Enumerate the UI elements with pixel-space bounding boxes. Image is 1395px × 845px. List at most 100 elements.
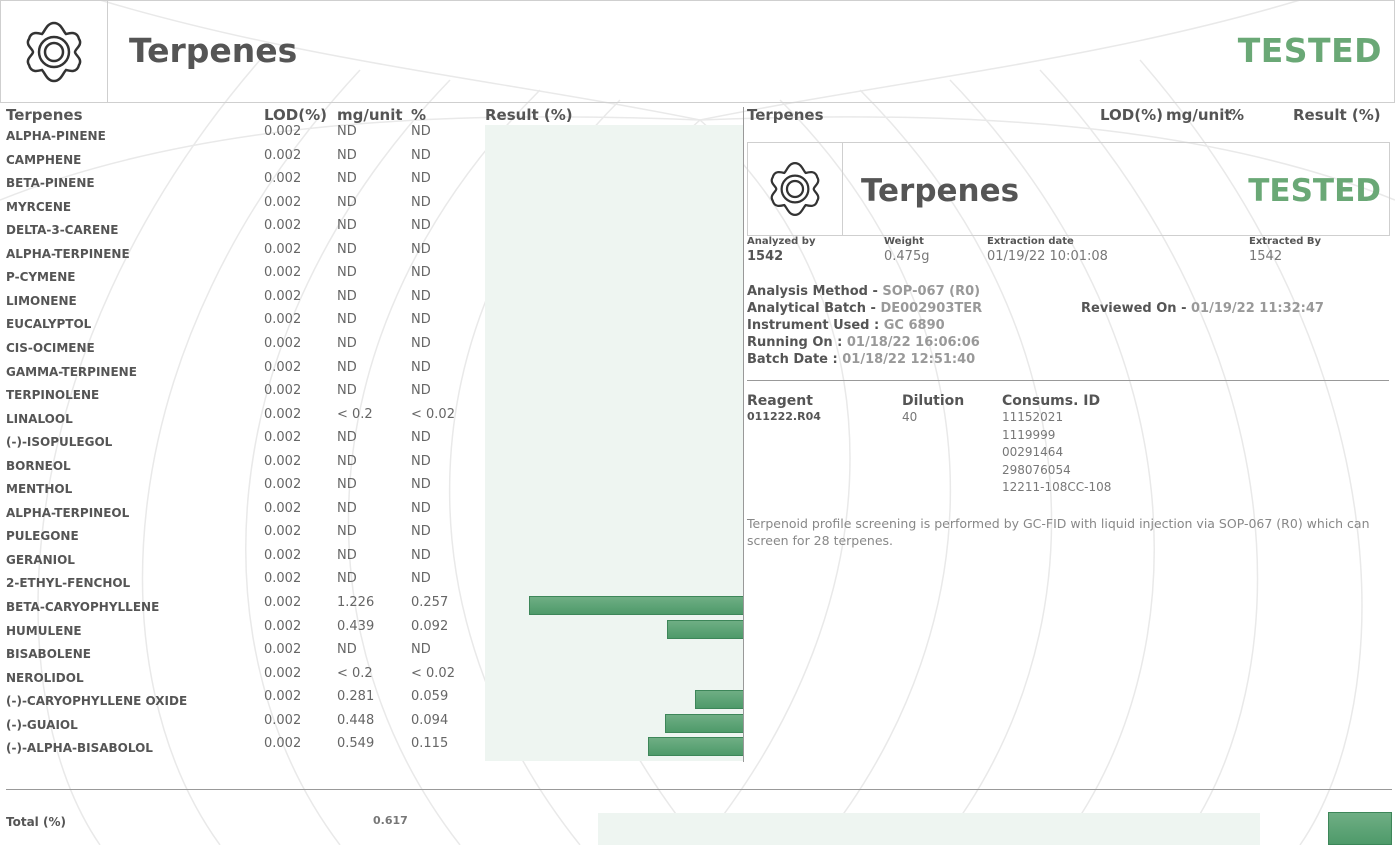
lod-value: 0.002 bbox=[264, 642, 302, 657]
summary-card: Terpenes TESTED bbox=[747, 142, 1390, 236]
terpene-name: 2-ETHYL-FENCHOL bbox=[6, 576, 131, 590]
col-header-lod: LOD(%) bbox=[264, 106, 327, 124]
mg-unit-value: ND bbox=[337, 312, 357, 327]
mg-unit-value: 0.549 bbox=[337, 736, 375, 751]
lod-value: 0.002 bbox=[264, 407, 302, 422]
method-note: Terpenoid profile screening is performed… bbox=[747, 516, 1370, 548]
total-bar bbox=[1328, 812, 1392, 845]
lod-value: 0.002 bbox=[264, 383, 302, 398]
lod-value: 0.002 bbox=[264, 666, 302, 681]
mg-unit-value: ND bbox=[337, 360, 357, 375]
result-bar bbox=[667, 620, 744, 639]
extracted-by-value: 1542 bbox=[1249, 249, 1283, 264]
reagent-header: Reagent bbox=[747, 393, 813, 409]
terpene-name: EUCALYPTOL bbox=[6, 317, 92, 331]
lod-value: 0.002 bbox=[264, 454, 302, 469]
total-divider bbox=[6, 789, 1392, 790]
percent-value: ND bbox=[411, 148, 431, 163]
dilution-value: 40 bbox=[902, 410, 918, 424]
table-row: PULEGONE 0.002 ND ND bbox=[0, 524, 745, 547]
terpene-name: (-)-ALPHA-BISABOLOL bbox=[6, 741, 153, 755]
weight-value: 0.475g bbox=[884, 249, 930, 264]
lod-value: 0.002 bbox=[264, 124, 302, 139]
table-row: HUMULENE 0.002 0.439 0.092 bbox=[0, 619, 745, 642]
right-col-header-percent: % bbox=[1229, 106, 1245, 124]
mg-unit-value: ND bbox=[337, 454, 357, 469]
percent-value: ND bbox=[411, 430, 431, 445]
terpene-name: ALPHA-TERPINEOL bbox=[6, 506, 130, 520]
lod-value: 0.002 bbox=[264, 289, 302, 304]
lod-value: 0.002 bbox=[264, 713, 302, 728]
analytical-batch: Analytical Batch - DE002903TER bbox=[747, 301, 983, 316]
percent-value: 0.257 bbox=[411, 595, 449, 610]
lod-value: 0.002 bbox=[264, 265, 302, 280]
mg-unit-value: ND bbox=[337, 148, 357, 163]
running-on: Running On : 01/18/22 16:06:06 bbox=[747, 335, 980, 350]
lod-value: 0.002 bbox=[264, 171, 302, 186]
percent-value: ND bbox=[411, 218, 431, 233]
right-col-header-terpenes: Terpenes bbox=[747, 106, 824, 124]
table-row: (-)-GUAIOL 0.002 0.448 0.094 bbox=[0, 713, 745, 736]
mg-unit-value: ND bbox=[337, 477, 357, 492]
column-divider bbox=[743, 107, 744, 762]
table-row: LIMONENE 0.002 ND ND bbox=[0, 289, 745, 312]
table-row: MENTHOL 0.002 ND ND bbox=[0, 477, 745, 500]
extraction-date-label: Extraction date bbox=[987, 236, 1074, 247]
percent-value: ND bbox=[411, 642, 431, 657]
card-title: Terpenes bbox=[861, 173, 1020, 209]
terpene-name: ALPHA-PINENE bbox=[6, 129, 106, 143]
mg-unit-value: ND bbox=[337, 195, 357, 210]
total-label: Total (%) bbox=[6, 815, 66, 829]
reviewed-on: Reviewed On - 01/19/22 11:32:47 bbox=[1081, 301, 1324, 316]
percent-value: < 0.02 bbox=[411, 407, 455, 422]
terpene-name: HUMULENE bbox=[6, 624, 82, 638]
consums-id-4: 298076054 bbox=[1002, 463, 1071, 477]
table-row: 2-ETHYL-FENCHOL 0.002 ND ND bbox=[0, 571, 745, 594]
table-row: TERPINOLENE 0.002 ND ND bbox=[0, 383, 745, 406]
percent-value: ND bbox=[411, 524, 431, 539]
mg-unit-value: 0.439 bbox=[337, 619, 375, 634]
percent-value: ND bbox=[411, 171, 431, 186]
terpene-name: GERANIOL bbox=[6, 553, 75, 567]
percent-value: 0.094 bbox=[411, 713, 449, 728]
table-row: GERANIOL 0.002 ND ND bbox=[0, 548, 745, 571]
percent-value: ND bbox=[411, 336, 431, 351]
lod-value: 0.002 bbox=[264, 242, 302, 257]
result-bar bbox=[665, 714, 744, 733]
mg-unit-value: ND bbox=[337, 171, 357, 186]
lod-value: 0.002 bbox=[264, 689, 302, 704]
consums-id-3: 00291464 bbox=[1002, 445, 1064, 459]
col-header-terpenes: Terpenes bbox=[6, 106, 83, 124]
terpene-name: MYRCENE bbox=[6, 200, 72, 214]
card-status-badge: TESTED bbox=[1248, 173, 1381, 209]
lod-value: 0.002 bbox=[264, 595, 302, 610]
mg-unit-value: ND bbox=[337, 265, 357, 280]
mg-unit-value: 0.448 bbox=[337, 713, 375, 728]
mg-unit-value: 1.226 bbox=[337, 595, 375, 610]
right-col-header-lod: LOD(%) bbox=[1100, 106, 1163, 124]
mg-unit-value: ND bbox=[337, 501, 357, 516]
table-row: BORNEOL 0.002 ND ND bbox=[0, 454, 745, 477]
table-row: NEROLIDOL 0.002 < 0.2 < 0.02 bbox=[0, 666, 745, 689]
percent-value: ND bbox=[411, 312, 431, 327]
mg-unit-value: 0.281 bbox=[337, 689, 375, 704]
consums-id-5: 12211-108CC-108 bbox=[1002, 480, 1112, 494]
percent-value: ND bbox=[411, 477, 431, 492]
lod-value: 0.002 bbox=[264, 195, 302, 210]
table-row: DELTA-3-CARENE 0.002 ND ND bbox=[0, 218, 745, 241]
terpene-name: BETA-CARYOPHYLLENE bbox=[6, 600, 160, 614]
terpene-name: BORNEOL bbox=[6, 459, 71, 473]
table-row: MYRCENE 0.002 ND ND bbox=[0, 195, 745, 218]
mg-unit-value: < 0.2 bbox=[337, 407, 373, 422]
lod-value: 0.002 bbox=[264, 736, 302, 751]
lod-value: 0.002 bbox=[264, 148, 302, 163]
col-header-mg-unit: mg/unit bbox=[337, 106, 403, 124]
percent-value: 0.092 bbox=[411, 619, 449, 634]
col-header-result: Result (%) bbox=[485, 106, 573, 124]
table-row: CIS-OCIMENE 0.002 ND ND bbox=[0, 336, 745, 359]
terpene-name: (-)-ISOPULEGOL bbox=[6, 435, 113, 449]
percent-value: 0.059 bbox=[411, 689, 449, 704]
terpene-name: (-)-GUAIOL bbox=[6, 718, 78, 732]
lod-value: 0.002 bbox=[264, 430, 302, 445]
analysis-method: Analysis Method - SOP-067 (R0) bbox=[747, 284, 981, 299]
